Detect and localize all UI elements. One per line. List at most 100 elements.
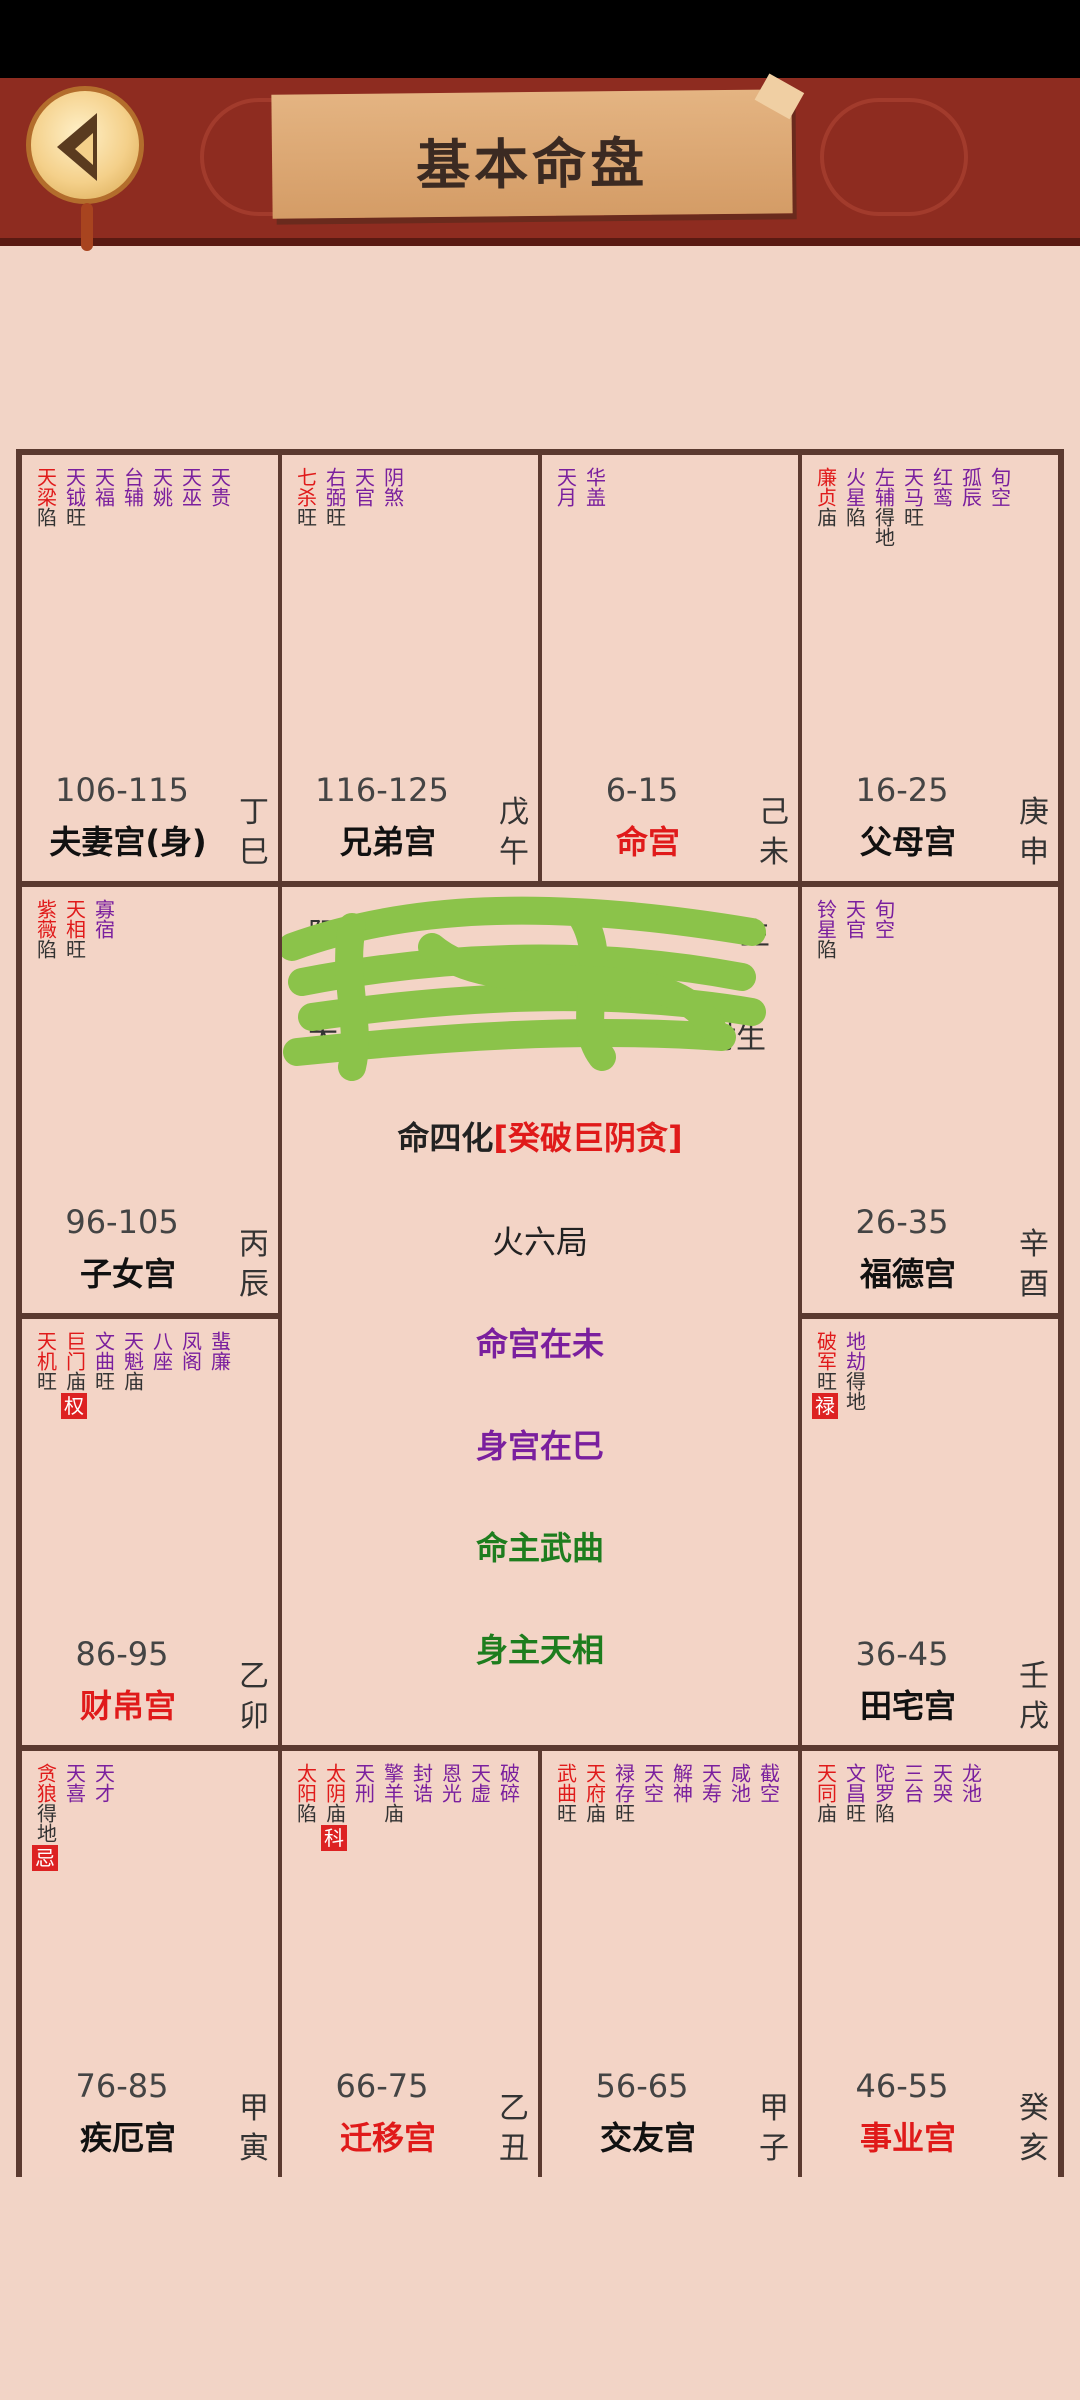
palace-cell[interactable]: 铃星陷天官 旬空 26-35 福德宫 辛酉	[802, 887, 1058, 1313]
ganzhi-label: 甲寅	[236, 2089, 272, 2169]
star-item: 火星陷	[841, 467, 867, 547]
palace-cell[interactable]: 武曲旺天府庙禄存旺天空 解神 天寿 咸池 截空 56-65 交友宫甲子	[542, 1751, 798, 2177]
star-item: 文昌旺	[841, 1763, 867, 1823]
star-brightness: 得地	[842, 1371, 867, 1411]
palace-cell[interactable]: 紫薇陷天相旺寡宿 96-105 子女宫 丙辰	[22, 887, 278, 1313]
earthly-branch: 未	[759, 835, 789, 870]
ganzhi-label: 丁巳	[236, 793, 272, 873]
star-list: 天机旺巨门庙权文曲旺天魁庙八座 凤阁 蜚廉	[32, 1331, 235, 1419]
ganzhi-label: 丙辰	[236, 1225, 272, 1305]
star-item: 禄存旺	[610, 1763, 636, 1823]
palace-cell[interactable]: 破军旺禄地劫 得地 36-45 田宅宫 壬戌	[802, 1319, 1058, 1745]
sihua-badge: 科	[321, 1825, 347, 1851]
star-name: 七杀	[293, 467, 318, 507]
star-name: 铃星	[813, 899, 838, 939]
earthly-branch: 辰	[239, 1267, 269, 1302]
star-brightness: 旺	[611, 1803, 636, 1823]
star-item: 左辅 得地	[870, 467, 896, 547]
star-name: 解神	[669, 1763, 694, 1803]
star-brightness: 旺	[293, 507, 318, 527]
sihua-label: 命四化	[397, 1119, 494, 1157]
star-name: 阴煞	[380, 467, 405, 507]
star-brightness: 旺	[33, 1371, 58, 1391]
star-name: 天相	[62, 899, 87, 939]
heavenly-stem: 戊	[499, 795, 529, 830]
star-name: 华盖	[582, 467, 607, 507]
decor-swirl	[820, 98, 968, 216]
heavenly-stem: 丙	[239, 1227, 269, 1262]
star-item: 三台	[899, 1763, 925, 1823]
star-name: 天虚	[467, 1763, 492, 1803]
ganzhi-label: 辛酉	[1016, 1225, 1052, 1305]
star-item: 旬空	[986, 467, 1012, 547]
star-brightness: 陷	[293, 1803, 318, 1823]
star-brightness: 庙	[322, 1803, 347, 1823]
star-item: 右弼旺	[321, 467, 347, 527]
palace-name: 交友宫	[599, 2119, 696, 2157]
palace-cell[interactable]: 天梁陷天钺旺天福 台辅 天姚 天巫 天贵 106-115 夫妻宫(身) 丁巳	[22, 455, 278, 881]
palace-cell[interactable]: 太阳陷太阴庙科天刑 擎羊庙封诰 恩光 天虚 破碎 66-75 迁移宫乙丑	[282, 1751, 538, 2177]
star-item: 天贵	[206, 467, 232, 527]
star-name: 咸池	[727, 1763, 752, 1803]
earthly-branch: 寅	[239, 2131, 269, 2166]
star-list: 贪狼 得地忌天喜 天才	[32, 1763, 119, 1871]
palace-cell[interactable]: 天同庙文昌旺陀罗陷三台 天哭 龙池 46-55 事业宫 癸亥	[802, 1751, 1058, 2177]
ganzhi-label: 庚申	[1016, 793, 1052, 873]
sihua-badge: 忌	[32, 1845, 58, 1871]
star-brightness: 庙	[582, 1803, 607, 1823]
wuxing-ju: 火六局	[491, 1223, 588, 1261]
star-brightness: 旺	[813, 1371, 838, 1391]
star-list: 武曲旺天府庙禄存旺天空 解神 天寿 咸池 截空	[552, 1763, 784, 1823]
back-button[interactable]	[26, 86, 144, 251]
palace-name: 财帛宫	[79, 1687, 176, 1725]
palace-name: 命宫	[615, 823, 680, 861]
palace-cell[interactable]: 贪狼 得地忌天喜 天才 76-85 疾厄宫甲寅	[22, 1751, 278, 2177]
star-name: 天刑	[351, 1763, 376, 1803]
age-range: 86-95	[75, 1635, 169, 1673]
star-name: 蜚廉	[207, 1331, 232, 1371]
star-name: 天马	[900, 467, 925, 507]
star-item: 台辅	[119, 467, 145, 527]
star-name: 太阳	[293, 1763, 318, 1803]
star-brightness: 旺	[62, 507, 87, 527]
ganzhi-label: 戊午	[496, 793, 532, 873]
sihua-line: 命四化[癸破巨阴贪]	[282, 1113, 798, 1159]
palace-cell[interactable]: 天机旺巨门庙权文曲旺天魁庙八座 凤阁 蜚廉 86-95 财帛宫 乙卯	[22, 1319, 278, 1745]
star-list: 天梁陷天钺旺天福 台辅 天姚 天巫 天贵	[32, 467, 235, 527]
star-item: 七杀旺	[292, 467, 318, 527]
palace-name: 子女宫	[79, 1255, 176, 1293]
heavenly-stem: 甲	[759, 2091, 789, 2126]
star-item: 天机旺	[32, 1331, 58, 1419]
heavenly-stem: 己	[759, 795, 789, 830]
star-item: 龙池	[957, 1763, 983, 1823]
star-item: 天福	[90, 467, 116, 527]
earthly-branch: 巳	[239, 835, 269, 870]
age-range: 106-115	[55, 771, 189, 809]
star-item: 天巫	[177, 467, 203, 527]
palace-name: 夫妻宫(身)	[49, 823, 207, 861]
star-item: 廉贞庙	[812, 467, 838, 547]
ganzhi-label: 己未	[756, 793, 792, 873]
ganzhi-label: 乙卯	[236, 1657, 272, 1737]
title-board: 基本命盘	[271, 89, 793, 219]
star-item: 天月	[552, 467, 578, 507]
star-item: 太阴庙科	[321, 1763, 347, 1851]
star-brightness: 得地	[871, 507, 896, 547]
star-brightness: 庙	[62, 1371, 87, 1391]
star-name: 天喜	[62, 1763, 87, 1803]
star-name: 右弼	[322, 467, 347, 507]
star-name: 擎羊	[380, 1763, 405, 1803]
palace-cell[interactable]: 七杀旺右弼旺天官 阴煞 116-125 兄弟宫戊午	[282, 455, 538, 881]
palace-cell[interactable]: 廉贞庙火星陷左辅 得地 天马旺红鸾 孤辰 旬空 16-25 父母宫 庚申	[802, 455, 1058, 881]
age-range: 76-85	[75, 2067, 169, 2105]
star-list: 破军旺禄地劫 得地	[812, 1331, 870, 1419]
star-item: 天姚	[148, 467, 174, 527]
star-item: 天马旺	[899, 467, 925, 547]
star-name: 左辅	[871, 467, 896, 507]
earthly-branch: 亥	[1019, 2131, 1049, 2166]
star-item: 华盖	[581, 467, 607, 507]
chart-board: 天梁陷天钺旺天福 台辅 天姚 天巫 天贵 106-115 夫妻宫(身) 丁巳七杀旺右弼旺天官阴…	[16, 449, 1064, 2177]
palace-cell[interactable]: 天月 华盖 6-15 命宫 己未	[542, 455, 798, 881]
heavenly-stem: 乙	[499, 2091, 529, 2126]
heavenly-stem: 丁	[239, 795, 269, 830]
